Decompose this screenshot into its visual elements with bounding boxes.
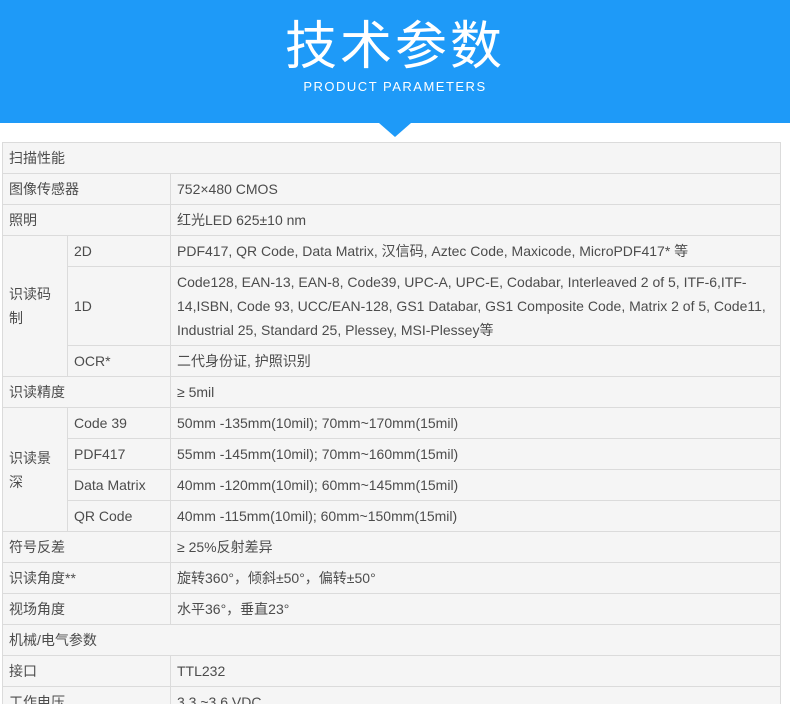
table-row: 识读精度 ≥ 5mil [3, 377, 781, 408]
row-label: 图像传感器 [3, 174, 171, 205]
row-value: 40mm -115mm(10mil); 60mm~150mm(15mil) [171, 501, 781, 532]
group-label: 识读景深 [3, 408, 68, 532]
row-value: 水平36°，垂直23° [171, 594, 781, 625]
spec-table-container: 扫描性能 图像传感器 752×480 CMOS 照明 红光LED 625±10 … [2, 142, 781, 704]
row-value: ≥ 25%反射差异 [171, 532, 781, 563]
row-label: 符号反差 [3, 532, 171, 563]
table-row: 识读码制 2D PDF417, QR Code, Data Matrix, 汉信… [3, 236, 781, 267]
table-row: QR Code 40mm -115mm(10mil); 60mm~150mm(1… [3, 501, 781, 532]
table-row: 识读角度** 旋转360°，倾斜±50°，偏转±50° [3, 563, 781, 594]
group-label: 识读码制 [3, 236, 68, 377]
banner-title: 技术参数 [0, 0, 790, 76]
row-value: 55mm -145mm(10mil); 70mm~160mm(15mil) [171, 439, 781, 470]
banner-pointer-triangle [379, 123, 411, 137]
row-value: Code128, EAN-13, EAN-8, Code39, UPC-A, U… [171, 267, 781, 346]
table-row: 接口 TTL232 [3, 656, 781, 687]
spec-table: 扫描性能 图像传感器 752×480 CMOS 照明 红光LED 625±10 … [2, 142, 781, 704]
table-row: 符号反差 ≥ 25%反射差异 [3, 532, 781, 563]
row-label: 工作电压 [3, 687, 171, 704]
table-row: 图像传感器 752×480 CMOS [3, 174, 781, 205]
row-value: 50mm -135mm(10mil); 70mm~170mm(15mil) [171, 408, 781, 439]
section-row: 机械/电气参数 [3, 625, 781, 656]
section-title: 扫描性能 [3, 143, 781, 174]
row-value: PDF417, QR Code, Data Matrix, 汉信码, Aztec… [171, 236, 781, 267]
table-row: 1D Code128, EAN-13, EAN-8, Code39, UPC-A… [3, 267, 781, 346]
section-title: 机械/电气参数 [3, 625, 781, 656]
row-value: 二代身份证, 护照识别 [171, 346, 781, 377]
row-label: 接口 [3, 656, 171, 687]
row-value: 红光LED 625±10 nm [171, 205, 781, 236]
row-value: 752×480 CMOS [171, 174, 781, 205]
row-value: 旋转360°，倾斜±50°，偏转±50° [171, 563, 781, 594]
row-label: 识读角度** [3, 563, 171, 594]
table-row: 识读景深 Code 39 50mm -135mm(10mil); 70mm~17… [3, 408, 781, 439]
banner-subtitle: PRODUCT PARAMETERS [0, 79, 790, 94]
sub-label: 2D [68, 236, 171, 267]
section-row: 扫描性能 [3, 143, 781, 174]
sub-label: QR Code [68, 501, 171, 532]
row-value: 3.3 ~3.6 VDC [171, 687, 781, 704]
table-row: 工作电压 3.3 ~3.6 VDC [3, 687, 781, 704]
table-row: Data Matrix 40mm -120mm(10mil); 60mm~145… [3, 470, 781, 501]
row-value: TTL232 [171, 656, 781, 687]
row-label: 视场角度 [3, 594, 171, 625]
sub-label: Data Matrix [68, 470, 171, 501]
sub-label: OCR* [68, 346, 171, 377]
row-value: ≥ 5mil [171, 377, 781, 408]
sub-label: 1D [68, 267, 171, 346]
table-row: 照明 红光LED 625±10 nm [3, 205, 781, 236]
table-row: PDF417 55mm -145mm(10mil); 70mm~160mm(15… [3, 439, 781, 470]
table-row: 视场角度 水平36°，垂直23° [3, 594, 781, 625]
product-parameters-banner: 技术参数 PRODUCT PARAMETERS [0, 0, 790, 123]
sub-label: PDF417 [68, 439, 171, 470]
row-label: 识读精度 [3, 377, 171, 408]
table-row: OCR* 二代身份证, 护照识别 [3, 346, 781, 377]
sub-label: Code 39 [68, 408, 171, 439]
row-label: 照明 [3, 205, 171, 236]
row-value: 40mm -120mm(10mil); 60mm~145mm(15mil) [171, 470, 781, 501]
